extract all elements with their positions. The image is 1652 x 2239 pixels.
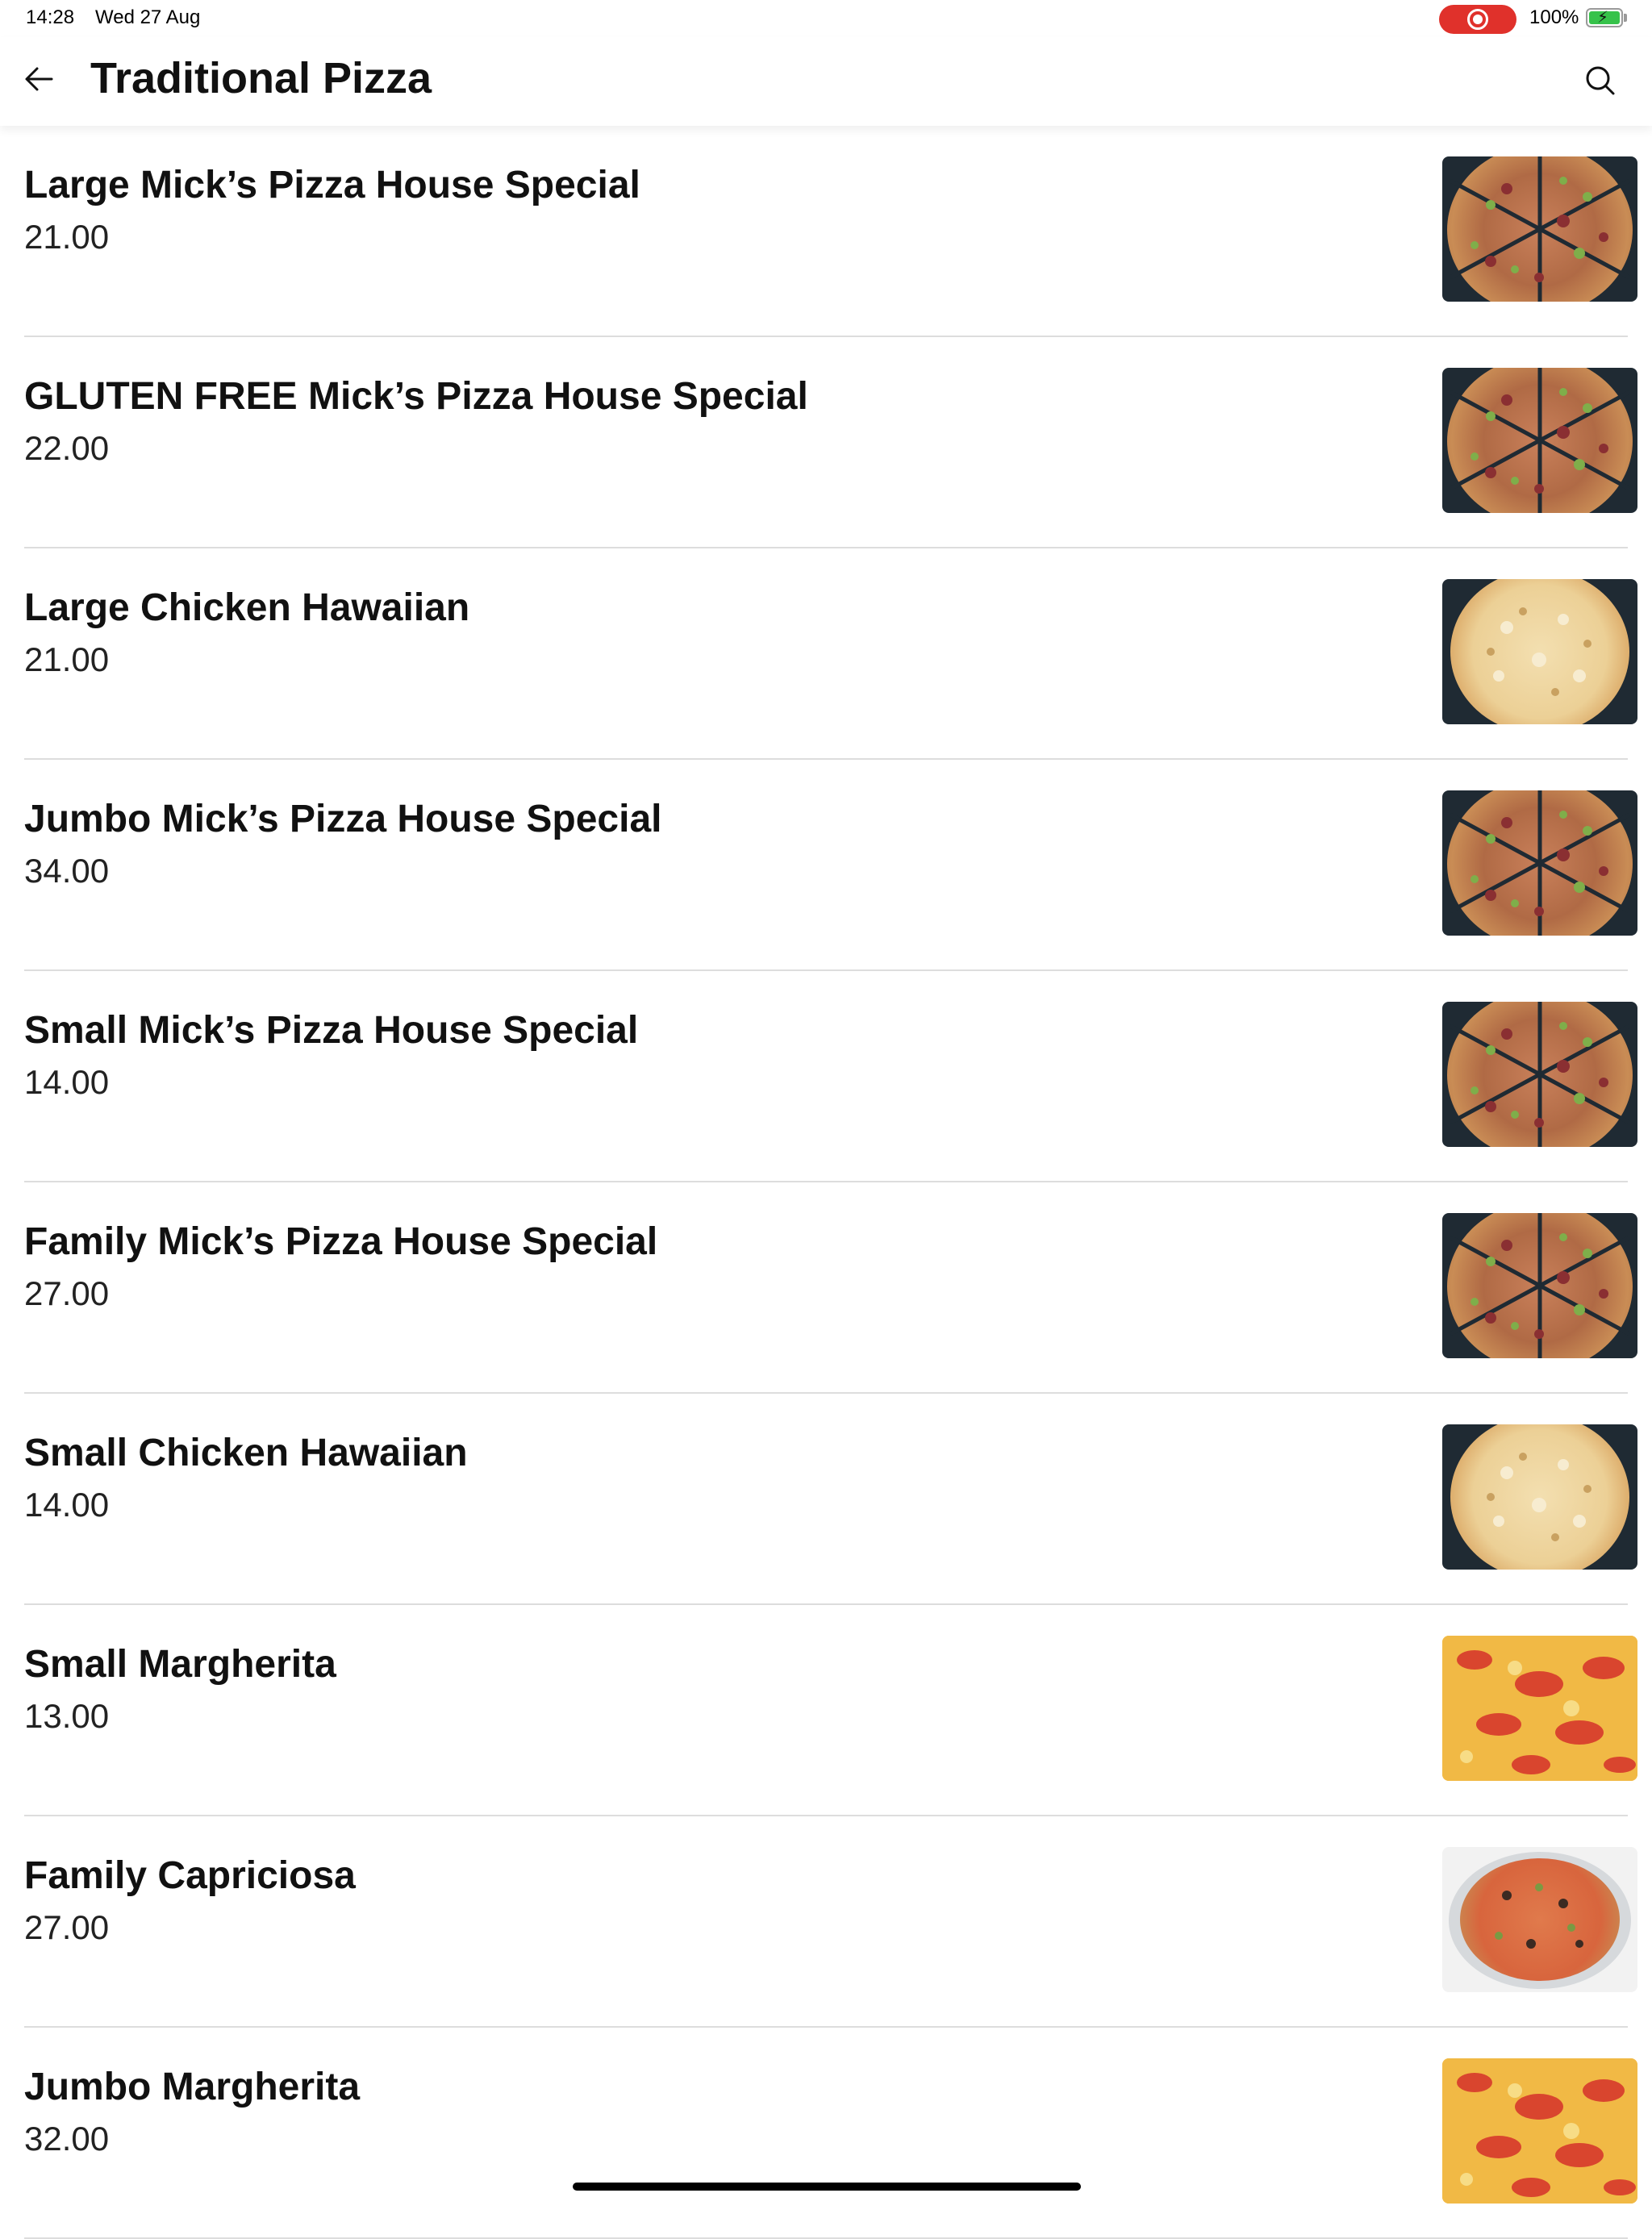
supreme-pizza-image[interactable] bbox=[1442, 368, 1637, 513]
hawaiian-pizza-image[interactable] bbox=[1442, 579, 1637, 724]
menu-item-name: Small Margherita bbox=[24, 1643, 336, 1686]
menu-item-price: 27.00 bbox=[24, 1274, 110, 1312]
menu-item-list: Large Mick’s Pizza House Special 21.00 GLU… bbox=[0, 126, 1652, 2239]
status-bar: 14:28 Wed 27 Aug 100% ⚡ bbox=[0, 0, 1652, 37]
menu-item[interactable]: Small Margherita 13.00 bbox=[0, 1605, 1652, 1816]
menu-item-name: Family Mick’s Pizza House Special bbox=[24, 1220, 658, 1263]
menu-item[interactable]: Family Mick’s Pizza House Special 27.00 bbox=[0, 1182, 1652, 1394]
menu-item-name: Jumbo Margherita bbox=[24, 2066, 361, 2108]
menu-item-price: 14.00 bbox=[24, 1063, 110, 1101]
supreme-pizza-image[interactable] bbox=[1442, 1002, 1637, 1147]
supreme-pizza-image[interactable] bbox=[1442, 790, 1637, 936]
battery-charging-icon: ⚡ bbox=[1586, 8, 1623, 27]
menu-item[interactable]: Jumbo Mick’s Pizza House Special 34.00 bbox=[0, 760, 1652, 971]
screen-recording-icon[interactable] bbox=[1439, 5, 1516, 34]
menu-item-name: Jumbo Mick’s Pizza House Special bbox=[24, 798, 662, 840]
menu-item-name: Small Mick’s Pizza House Special bbox=[24, 1009, 639, 1052]
menu-item[interactable]: Large Chicken Hawaiian 21.00 bbox=[0, 548, 1652, 760]
margherita-pizza-image[interactable] bbox=[1442, 2058, 1637, 2204]
menu-item-price: 21.00 bbox=[24, 218, 110, 256]
status-date: Wed 27 Aug bbox=[95, 6, 201, 28]
home-indicator[interactable] bbox=[573, 2183, 1081, 2191]
page-title: Traditional Pizza bbox=[90, 54, 432, 102]
supreme-pizza-image[interactable] bbox=[1442, 1213, 1637, 1358]
menu-item-name: Family Capriciosa bbox=[24, 1854, 356, 1897]
menu-item[interactable]: Family Capriciosa 27.00 bbox=[0, 1816, 1652, 2028]
battery-percentage: 100% bbox=[1529, 6, 1579, 28]
search-button[interactable] bbox=[1579, 60, 1621, 102]
app-header: Traditional Pizza bbox=[0, 37, 1652, 126]
menu-item-price: 34.00 bbox=[24, 852, 110, 890]
menu-item-price: 32.00 bbox=[24, 2120, 110, 2158]
menu-item-price: 27.00 bbox=[24, 1908, 110, 1946]
menu-item-name: Large Chicken Hawaiian bbox=[24, 586, 470, 629]
back-button[interactable] bbox=[19, 58, 61, 100]
hawaiian-pizza-image[interactable] bbox=[1442, 1424, 1637, 1570]
menu-item[interactable]: Jumbo Margherita 32.00 bbox=[0, 2028, 1652, 2239]
menu-item-price: 22.00 bbox=[24, 429, 110, 467]
supreme-pizza-image[interactable] bbox=[1442, 156, 1637, 302]
menu-item-name: GLUTEN FREE Mick’s Pizza House Special bbox=[24, 375, 808, 418]
menu-item[interactable]: Small Chicken Hawaiian 14.00 bbox=[0, 1394, 1652, 1605]
menu-item[interactable]: Large Mick’s Pizza House Special 21.00 bbox=[0, 126, 1652, 337]
capriciosa-pizza-image[interactable] bbox=[1442, 1847, 1637, 1992]
battery-cap bbox=[1624, 14, 1627, 22]
menu-item[interactable]: GLUTEN FREE Mick’s Pizza House Special 22… bbox=[0, 337, 1652, 548]
status-time: 14:28 bbox=[26, 6, 75, 28]
arrow-left-icon bbox=[25, 67, 53, 91]
menu-item-price: 13.00 bbox=[24, 1697, 110, 1735]
search-icon bbox=[1586, 66, 1615, 95]
margherita-pizza-image[interactable] bbox=[1442, 1636, 1637, 1781]
menu-item-price: 21.00 bbox=[24, 640, 110, 678]
menu-item-name: Small Chicken Hawaiian bbox=[24, 1432, 468, 1474]
menu-item-name: Large Mick’s Pizza House Special bbox=[24, 164, 640, 206]
menu-item-price: 14.00 bbox=[24, 1486, 110, 1524]
menu-item[interactable]: Small Mick’s Pizza House Special 14.00 bbox=[0, 971, 1652, 1182]
